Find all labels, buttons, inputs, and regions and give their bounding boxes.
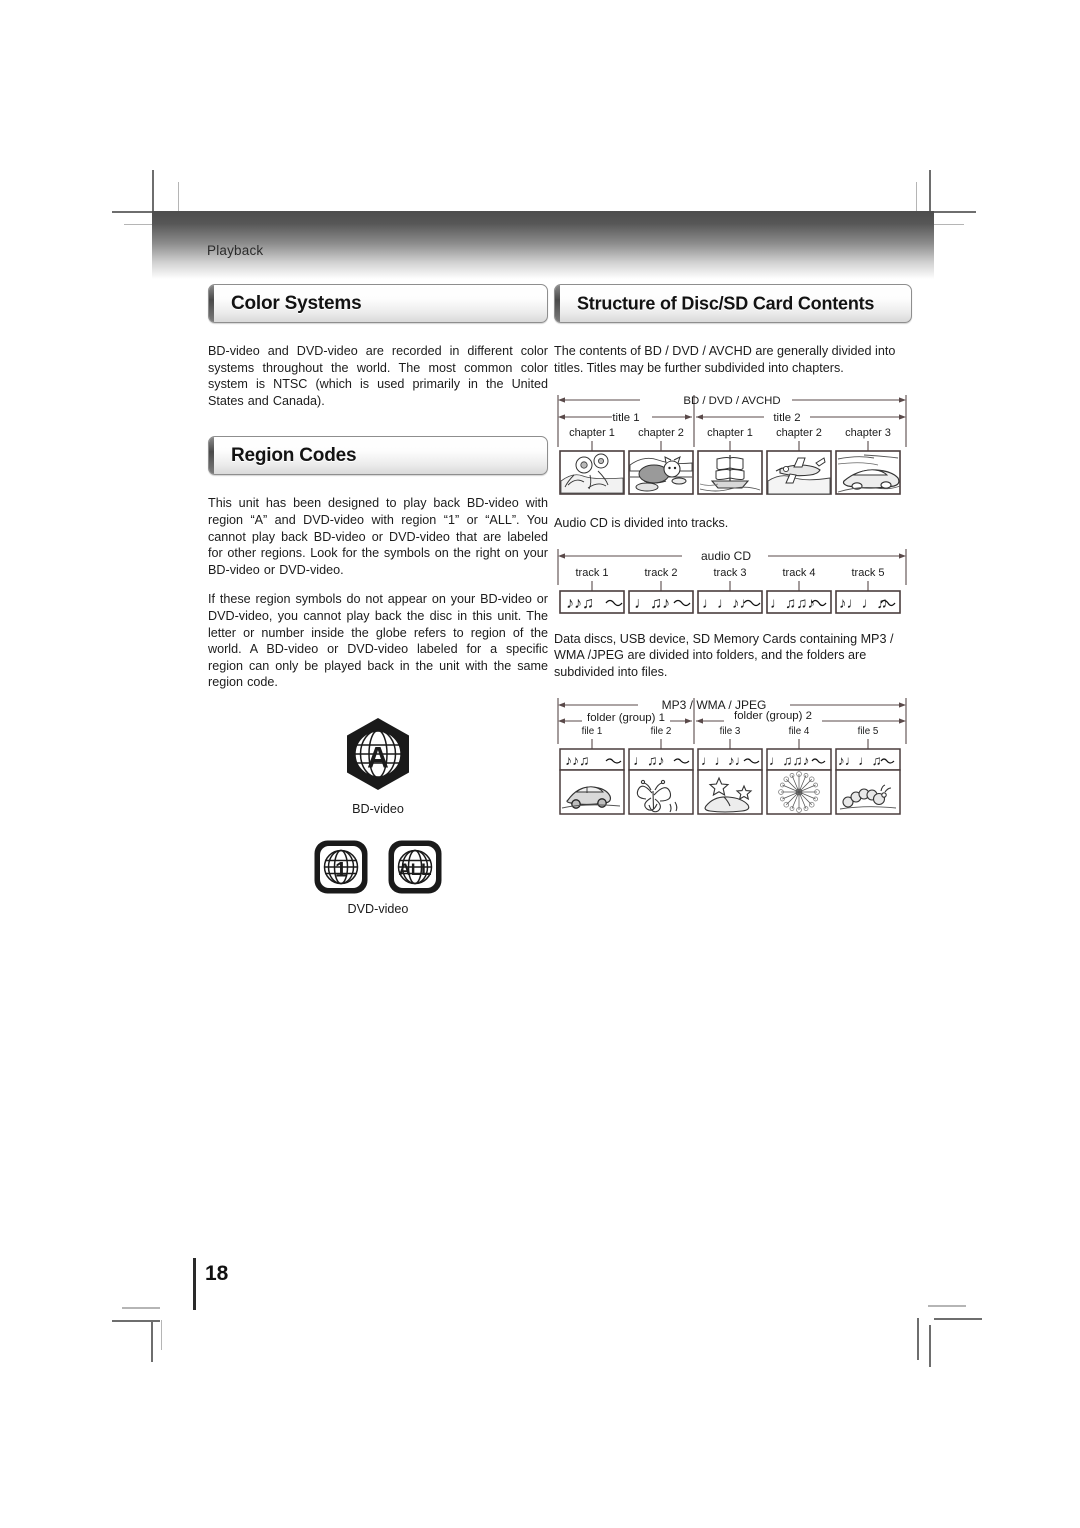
thumbnail-flowers [559,450,625,495]
music-notes-icon: ♪♪♫ [565,752,590,768]
crop-mark-horizontal [928,1305,966,1307]
diagram-cell-label: file 5 [858,726,879,737]
crop-mark-horizontal [122,1307,160,1309]
music-notes-icon: ♩♫♫♪ [769,753,810,768]
file-cell-3: ♩♩♪♩ [697,747,763,815]
music-notes-icon: ♪♩♩♫ [839,595,888,612]
crop-mark-horizontal [934,211,976,213]
thumbnail-cat [628,450,694,495]
bd-region-symbol: A [339,715,417,793]
paragraph-structure-intro: The contents of BD / DVD / AVCHD are gen… [554,344,896,375]
track-note-boxes: ♪♪♫ ♩♫♪ ♩♩♪♩ ♩♫♫♪ ♪♩♩♫ [559,589,901,614]
dvd-region-code: ALL [398,860,431,879]
bd-region-letter: A [367,741,389,774]
dvd-region-symbols: 1 ALL [208,838,548,896]
paragraph-data-disc-intro: Data discs, USB device, SD Memory Cards … [554,631,894,679]
diagram-span-label: audio CD [701,549,751,563]
file-cell-4: ♩♫♫♪ [766,747,832,815]
diagram-bd-dvd-avchd: BD / DVD / AVCHD title 1 title 2 chapter… [554,389,912,501]
diagram-group-label: title 1 [612,412,639,424]
section-header-region-codes: Region Codes [208,436,548,476]
crop-mark-vertical [929,1325,931,1367]
crop-mark-vertical [916,182,918,212]
diagram-cell-label: file 4 [789,726,810,737]
thumbnail-car [835,450,901,495]
diagram-mp3-wma-jpeg: MP3 / WMA / JPEG folder (group) 1 folder… [554,694,912,822]
music-notes-icon: ♩♩♪♩ [702,595,755,612]
crop-mark-vertical [178,182,180,212]
page-number: 18 [205,1262,229,1285]
diagram-cell-label: track 2 [644,567,677,579]
diagram-cell-label: track 1 [575,567,608,579]
section-header-structure: Structure of Disc/SD Card Contents [554,284,912,323]
music-notes-icon: ♪♪♫ [566,595,594,612]
right-column: Structure of Disc/SD Card Contents The c… [554,284,912,836]
left-column: Color Systems BD-video and DVD-video are… [208,284,548,916]
diagram-audio-cd: audio CD track 1 track 2 track 3 track 4… [554,545,912,617]
section-title: Color Systems [231,292,362,314]
music-notes-icon: ♩♫♫♪ [770,595,815,612]
music-notes-icon: ♩♫♪ [634,595,670,612]
diagram-cell-label: track 3 [713,567,746,579]
crop-mark-vertical [929,170,931,212]
dvd-region-all-icon: ALL [388,840,442,894]
dvd-region-code: 1 [335,858,347,881]
music-notes-icon: ♩♩♪♩ [701,753,748,768]
diagram-cell-label: chapter 2 [638,427,684,439]
crop-mark-horizontal [112,1320,160,1322]
diagram-cell-label: chapter 1 [569,427,615,439]
breadcrumb: Playback [207,243,264,258]
crop-mark-vertical [152,170,154,212]
diagram-cell-label: chapter 2 [776,427,822,439]
music-notes-icon: ♩♫♪ [633,752,665,768]
diagram-group-label: title 2 [773,412,800,424]
crop-mark-vertical [161,1320,163,1350]
file-cell-5: ♪♩♩♫ [835,747,901,815]
crop-mark-horizontal [934,224,964,226]
crop-mark-horizontal [112,211,154,213]
diagram-group-label: folder (group) 1 [587,712,665,724]
paragraph-region-codes-2: If these region symbols do not appear on… [208,592,548,690]
diagram-cell-label: track 5 [851,567,884,579]
section-title: Region Codes [231,444,357,466]
diagram-span-label: BD / DVD / AVCHD [683,395,780,407]
thumbnail-airplane [766,450,832,495]
paragraph-audio-cd-intro: Audio CD is divided into tracks. [554,516,729,531]
crop-mark-horizontal [934,1318,982,1320]
dvd-region-1-icon: 1 [314,840,368,894]
diagram-cell-label: file 1 [582,726,603,737]
paragraph-region-codes-1: This unit has been designed to play back… [208,496,548,577]
section-header-color-systems: Color Systems [208,284,548,323]
thumbnail-sailing-ship [697,450,763,495]
crop-mark-vertical [151,1320,153,1362]
diagram-group-label: folder (group) 2 [734,710,812,722]
dvd-video-caption: DVD-video [347,901,409,916]
crop-mark-vertical [917,1318,919,1360]
page-number-rule [193,1258,196,1310]
diagram-cell-label: track 4 [782,567,815,579]
page-header-band [152,211,934,279]
music-notes-icon: ♪♩♩♫ [838,753,882,768]
bd-video-caption: BD-video [352,801,404,816]
paragraph-color-systems: BD-video and DVD-video are recorded in d… [208,344,548,408]
file-cell-1: ♪♪♫ [559,747,625,815]
file-cell-2: ♩♫♪ [628,747,694,815]
diagram-cell-label: chapter 3 [845,427,891,439]
section-title: Structure of Disc/SD Card Contents [577,293,875,313]
bd-hexagon-globe-icon: A [347,717,409,790]
crop-mark-horizontal [124,224,154,226]
diagram-cell-label: chapter 1 [707,427,753,439]
fireworks-thumb-icon [778,770,820,813]
region-symbols: A BD-video 1 ALL DVD-video [208,715,548,916]
diagram-cell-label: file 2 [651,726,672,737]
diagram-cell-label: file 3 [720,726,741,737]
